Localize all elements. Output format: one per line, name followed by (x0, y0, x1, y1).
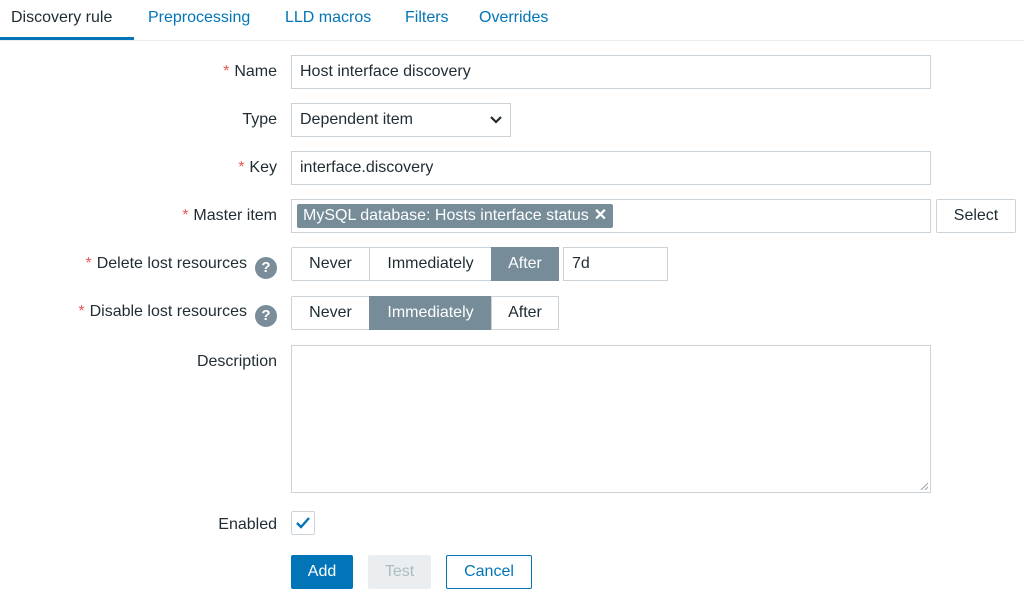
master-item-tag: MySQL database: Hosts interface status ✕ (297, 204, 614, 228)
tab-discovery-rule[interactable]: Discovery rule (11, 9, 112, 27)
disable-lost-never-button[interactable]: Never (291, 296, 370, 330)
name-input[interactable]: Host interface discovery (291, 55, 931, 89)
delete-lost-label-text: Delete lost resources (96, 255, 247, 272)
add-button[interactable]: Add (291, 555, 353, 589)
help-icon[interactable]: ? (255, 305, 277, 327)
delete-lost-immediately-button[interactable]: Immediately (369, 247, 492, 281)
enabled-checkbox[interactable] (291, 511, 315, 535)
delete-lost-period-input[interactable]: 7d (563, 247, 668, 281)
disable-lost-immediately-button[interactable]: Immediately (369, 296, 492, 330)
required-marker: * (182, 207, 189, 224)
disable-lost-resources-label: * Disable lost resources? (78, 303, 277, 327)
key-input[interactable]: interface.discovery (291, 151, 931, 185)
key-label: * Key (238, 159, 277, 177)
type-label: Type (242, 111, 277, 128)
delete-lost-segmented: Never Immediately After (291, 247, 559, 281)
required-marker: * (85, 255, 92, 272)
remove-tag-icon[interactable]: ✕ (594, 207, 607, 224)
tab-bar: Discovery rule Preprocessing LLD macros … (0, 0, 1024, 41)
disable-lost-segmented: Never Immediately After (291, 296, 559, 330)
key-label-text: Key (249, 159, 277, 176)
master-item-tag-text: MySQL database: Hosts interface status (303, 207, 589, 224)
resize-handle-icon[interactable] (920, 482, 928, 490)
disable-lost-label-text: Disable lost resources (89, 303, 247, 320)
tab-filters[interactable]: Filters (405, 9, 449, 27)
tab-lld-macros[interactable]: LLD macros (285, 9, 371, 27)
enabled-label: Enabled (218, 516, 277, 533)
chevron-down-icon (490, 116, 502, 124)
type-select[interactable]: Dependent item (291, 103, 511, 137)
master-item-label-text: Master item (193, 207, 277, 224)
description-textarea[interactable] (291, 345, 931, 493)
delete-lost-never-button[interactable]: Never (291, 247, 370, 281)
delete-lost-after-button[interactable]: After (491, 247, 559, 281)
disable-lost-after-button[interactable]: After (491, 296, 559, 330)
required-marker: * (223, 63, 230, 80)
select-master-item-button[interactable]: Select (936, 199, 1016, 233)
checkmark-icon (296, 517, 310, 529)
required-marker: * (238, 159, 245, 176)
tab-overrides[interactable]: Overrides (479, 9, 548, 27)
name-label: * Name (223, 63, 277, 81)
tab-preprocessing[interactable]: Preprocessing (148, 9, 250, 27)
master-item-input[interactable]: MySQL database: Hosts interface status ✕ (291, 199, 931, 233)
active-tab-indicator (0, 37, 134, 40)
test-button[interactable]: Test (368, 555, 431, 589)
required-marker: * (78, 303, 85, 320)
description-label: Description (196, 353, 277, 370)
delete-lost-resources-label: * Delete lost resources? (85, 255, 277, 279)
name-label-text: Name (234, 63, 277, 80)
type-select-value: Dependent item (300, 111, 413, 128)
help-icon[interactable]: ? (255, 257, 277, 279)
master-item-label: * Master item (182, 207, 277, 225)
cancel-button[interactable]: Cancel (446, 555, 532, 589)
